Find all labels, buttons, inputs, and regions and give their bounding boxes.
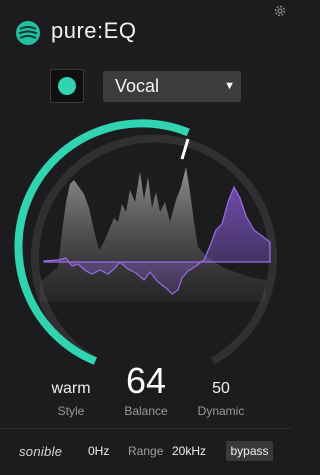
brand-logo: sonible: [19, 444, 63, 459]
style-value[interactable]: warm: [36, 380, 106, 398]
source-toggle-button[interactable]: [50, 69, 84, 103]
dynamic-value[interactable]: 50: [186, 380, 256, 398]
source-indicator-dot: [58, 77, 76, 95]
footer-divider: [0, 428, 292, 429]
range-high-value[interactable]: 20kHz: [172, 444, 206, 458]
range-label: Range: [128, 444, 164, 458]
balance-value[interactable]: 64: [110, 360, 182, 402]
app-title: pure:EQ: [51, 18, 137, 43]
bypass-button[interactable]: bypass: [226, 441, 273, 461]
balance-label: Balance: [124, 404, 168, 418]
range-low-value[interactable]: 0Hz: [88, 444, 109, 458]
balance-dial[interactable]: [0, 112, 292, 382]
dynamic-label: Dynamic: [197, 404, 245, 418]
sonible-logo-icon: [16, 21, 40, 45]
chevron-down-icon: ▼: [224, 80, 235, 92]
profile-selected-label: Vocal: [115, 76, 160, 96]
gear-icon[interactable]: [273, 4, 287, 18]
style-label: Style: [57, 404, 85, 418]
profile-dropdown[interactable]: Vocal ▼: [103, 71, 241, 102]
